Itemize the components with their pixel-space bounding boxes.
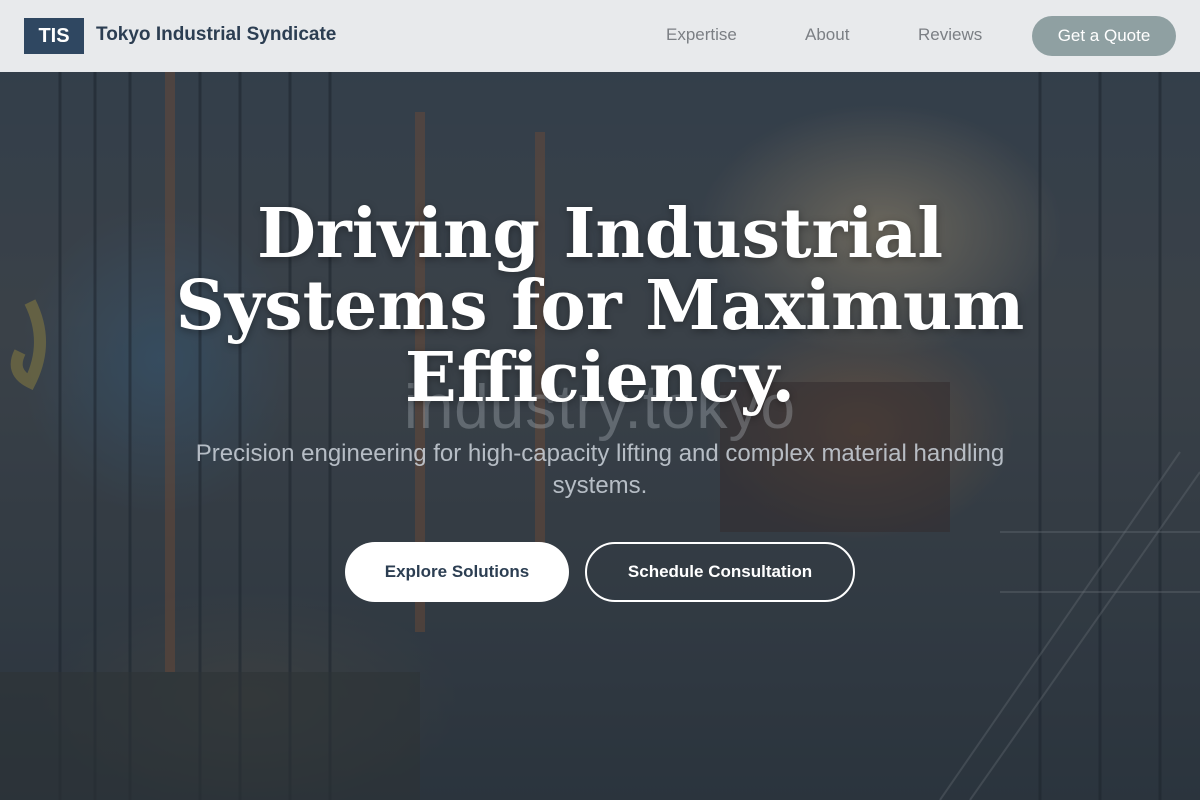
explore-solutions-button[interactable]: Explore Solutions	[345, 542, 569, 602]
top-navbar: TIS Tokyo Industrial Syndicate Expertise…	[0, 0, 1200, 72]
nav-link-reviews[interactable]: Reviews	[918, 25, 982, 45]
nav-link-expertise[interactable]: Expertise	[666, 25, 737, 45]
schedule-consultation-button[interactable]: Schedule Consultation	[585, 542, 855, 602]
hero-subtitle: Precision engineering for high-capacity …	[195, 440, 1005, 499]
hero-title: Driving Industrial Systems for Maximum E…	[175, 194, 1025, 418]
logo[interactable]: TIS	[24, 18, 84, 54]
get-quote-button[interactable]: Get a Quote	[1032, 16, 1176, 56]
nav-link-about[interactable]: About	[805, 25, 849, 45]
brand-name[interactable]: Tokyo Industrial Syndicate	[96, 24, 336, 46]
